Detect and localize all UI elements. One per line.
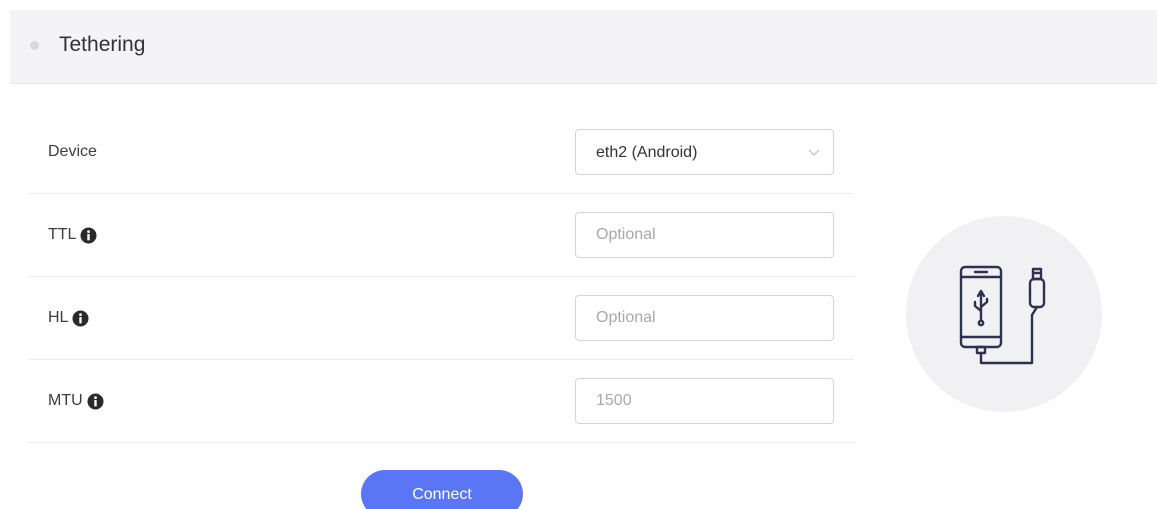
hl-label-text: HL: [48, 309, 69, 326]
tethering-illustration: [906, 216, 1102, 412]
mtu-label: MTU: [48, 391, 104, 411]
ttl-label-text: TTL: [48, 226, 77, 243]
tethering-page: Tethering Device eth2 (Android) TTL Opti…: [0, 0, 1157, 509]
mtu-row: MTU: [28, 360, 854, 443]
device-label: Device: [48, 142, 97, 162]
device-select-value: eth2 (Android): [596, 144, 698, 161]
device-select[interactable]: eth2 (Android): [575, 129, 834, 175]
phone-usb-icon: [959, 265, 1046, 365]
status-dot-icon: [30, 41, 39, 50]
hl-row: HL: [28, 277, 854, 360]
hl-input[interactable]: [576, 296, 833, 340]
mtu-field[interactable]: [575, 378, 834, 424]
info-circle-icon[interactable]: [72, 310, 89, 327]
section-header: Tethering: [10, 10, 1157, 84]
hl-field[interactable]: [575, 295, 834, 341]
ttl-field[interactable]: [575, 212, 834, 258]
info-circle-icon[interactable]: [87, 393, 104, 410]
hl-label: HL: [48, 308, 89, 328]
section-title: Tethering: [59, 33, 146, 56]
ttl-row: TTL: [28, 194, 854, 277]
ttl-label: TTL: [48, 225, 97, 245]
mtu-label-text: MTU: [48, 392, 83, 409]
mtu-input[interactable]: [576, 379, 833, 423]
connect-button[interactable]: Connect: [361, 470, 523, 509]
tethering-form: Device eth2 (Android) TTL Optional HL Op…: [28, 111, 854, 443]
chevron-down-icon: [808, 149, 820, 156]
device-row: Device eth2 (Android): [28, 111, 854, 194]
ttl-input[interactable]: [576, 213, 833, 257]
device-label-text: Device: [48, 143, 97, 160]
info-circle-icon[interactable]: [80, 227, 97, 244]
